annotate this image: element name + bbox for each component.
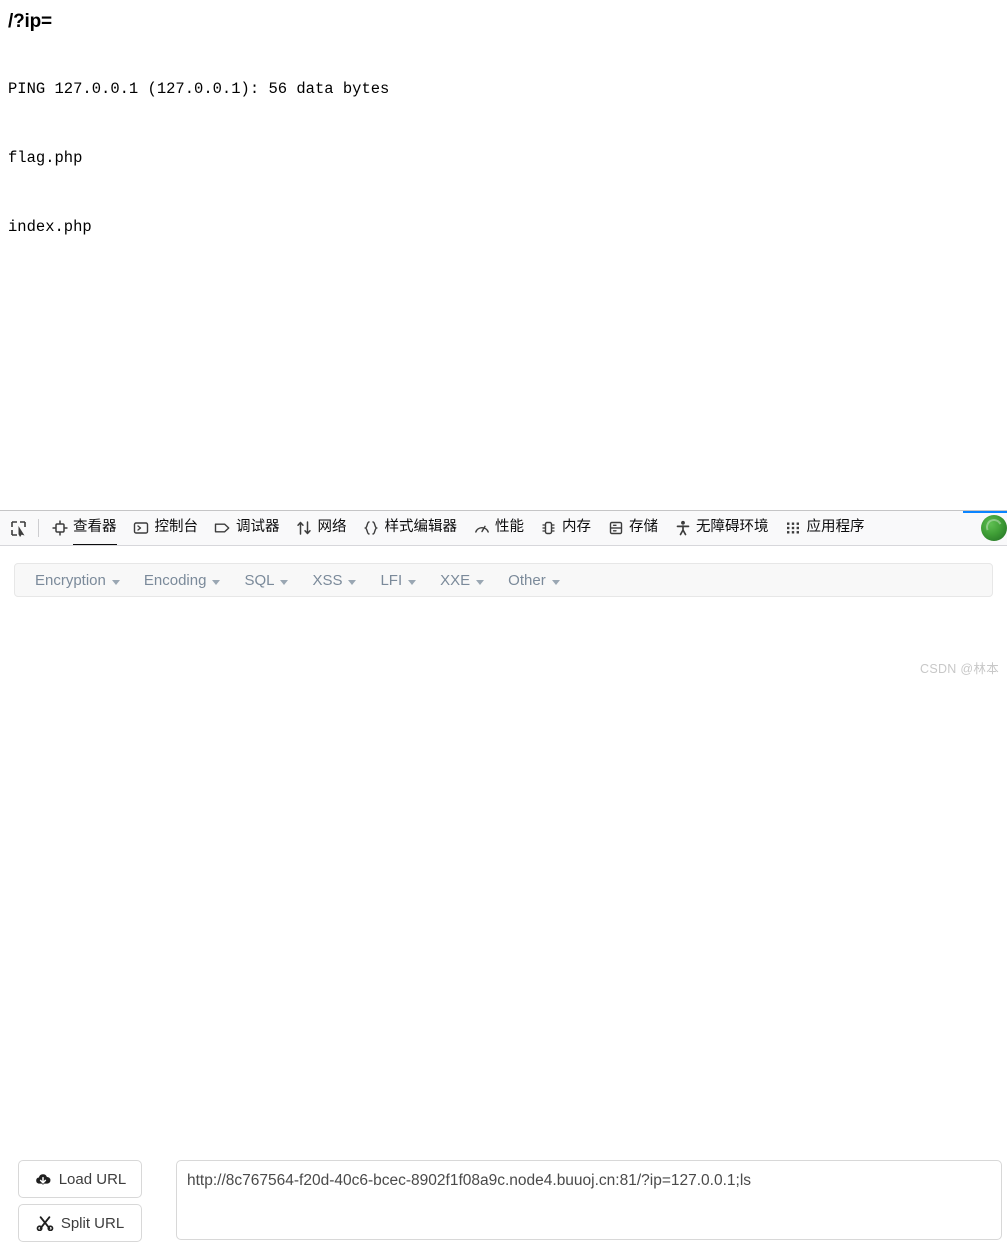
- tab-network[interactable]: 网络: [288, 511, 355, 545]
- tab-accessibility[interactable]: 无障碍环境: [666, 511, 777, 545]
- split-url-button[interactable]: Split URL: [18, 1204, 142, 1242]
- csdn-watermark: CSDN @林本: [920, 662, 999, 676]
- chevron-down-icon: [111, 579, 120, 585]
- command-output: PING 127.0.0.1 (127.0.0.1): 56 data byte…: [8, 55, 389, 285]
- performance-icon: [473, 520, 490, 537]
- cloud-download-icon: [34, 1170, 52, 1188]
- menu-label: LFI: [380, 571, 403, 589]
- network-icon: [296, 520, 313, 537]
- tab-style-editor[interactable]: 样式编辑器: [355, 511, 466, 545]
- devtools-toolbar-right: [963, 511, 1007, 545]
- menu-label: Encryption: [35, 571, 106, 589]
- firefox-icon[interactable]: [981, 515, 1007, 541]
- chevron-down-icon: [408, 579, 417, 585]
- menu-other[interactable]: Other: [496, 564, 572, 596]
- hackbar-panel: Encryption Encoding SQL XSS LFI XXE Othe…: [0, 547, 1007, 1242]
- tab-inspector[interactable]: 查看器: [43, 511, 125, 545]
- devtools-toolbar: 查看器 控制台 调试器 网络 样式编辑器 性能 内存 存储 无障碍环境 应用程序: [0, 510, 1007, 546]
- browser-page-content: /?ip= PING 127.0.0.1 (127.0.0.1): 56 dat…: [0, 0, 1007, 510]
- toolbar-divider: [38, 519, 39, 537]
- chevron-down-icon: [280, 579, 289, 585]
- tab-debugger[interactable]: 调试器: [206, 511, 288, 545]
- tab-label: 控制台: [154, 519, 199, 535]
- chevron-down-icon: [551, 579, 560, 585]
- menu-label: Encoding: [143, 571, 207, 589]
- tab-label: 无障碍环境: [696, 519, 769, 535]
- tab-performance[interactable]: 性能: [465, 511, 532, 545]
- hackbar-action-buttons: Load URL Split URL: [18, 1160, 142, 1248]
- output-line: flag.php: [8, 149, 83, 167]
- tab-label: 性能: [495, 519, 524, 535]
- menu-encoding[interactable]: Encoding: [132, 564, 233, 596]
- url-input[interactable]: http://8c767564-f20d-40c6-bcec-8902f1f08…: [176, 1160, 1002, 1240]
- tab-application[interactable]: 应用程序: [777, 511, 873, 545]
- scissors-icon: [36, 1214, 54, 1232]
- tab-label: 网络: [317, 519, 347, 535]
- menu-xxe[interactable]: XXE: [428, 564, 496, 596]
- button-label: Load URL: [58, 1170, 127, 1188]
- tab-console[interactable]: 控制台: [125, 511, 207, 545]
- menu-label: XXE: [440, 571, 471, 589]
- tab-label: 样式编辑器: [384, 519, 458, 535]
- page-title: /?ip=: [8, 11, 52, 32]
- inspector-icon: [51, 520, 68, 537]
- menu-sql[interactable]: SQL: [232, 564, 300, 596]
- chevron-down-icon: [348, 579, 357, 585]
- menu-label: SQL: [244, 571, 275, 589]
- menu-xss[interactable]: XSS: [300, 564, 368, 596]
- application-icon: [785, 520, 802, 537]
- active-tab-indicator: [963, 511, 1007, 513]
- element-picker-icon: [10, 520, 27, 537]
- memory-icon: [540, 520, 557, 537]
- tab-storage[interactable]: 存储: [599, 511, 666, 545]
- debugger-icon: [214, 520, 231, 537]
- tab-label: 内存: [562, 519, 591, 535]
- hackbar-menu-bar: Encryption Encoding SQL XSS LFI XXE Othe…: [14, 563, 993, 597]
- output-line: index.php: [8, 218, 92, 236]
- menu-label: XSS: [312, 571, 343, 589]
- menu-encryption[interactable]: Encryption: [23, 564, 132, 596]
- element-picker-button[interactable]: [2, 511, 34, 545]
- style-editor-icon: [363, 520, 380, 537]
- tab-label: 调试器: [236, 519, 280, 535]
- load-url-button[interactable]: Load URL: [18, 1160, 142, 1198]
- storage-icon: [607, 520, 624, 537]
- chevron-down-icon: [476, 579, 485, 585]
- menu-lfi[interactable]: LFI: [368, 564, 428, 596]
- accessibility-icon: [674, 520, 691, 537]
- tab-label: 查看器: [73, 511, 117, 545]
- tab-label: 存储: [629, 519, 658, 535]
- tab-memory[interactable]: 内存: [532, 511, 599, 545]
- button-label: Split URL: [60, 1214, 125, 1232]
- chevron-down-icon: [212, 579, 221, 585]
- output-line: PING 127.0.0.1 (127.0.0.1): 56 data byte…: [8, 80, 390, 98]
- menu-label: Other: [508, 571, 546, 589]
- tab-label: 应用程序: [806, 519, 865, 535]
- console-icon: [133, 520, 150, 537]
